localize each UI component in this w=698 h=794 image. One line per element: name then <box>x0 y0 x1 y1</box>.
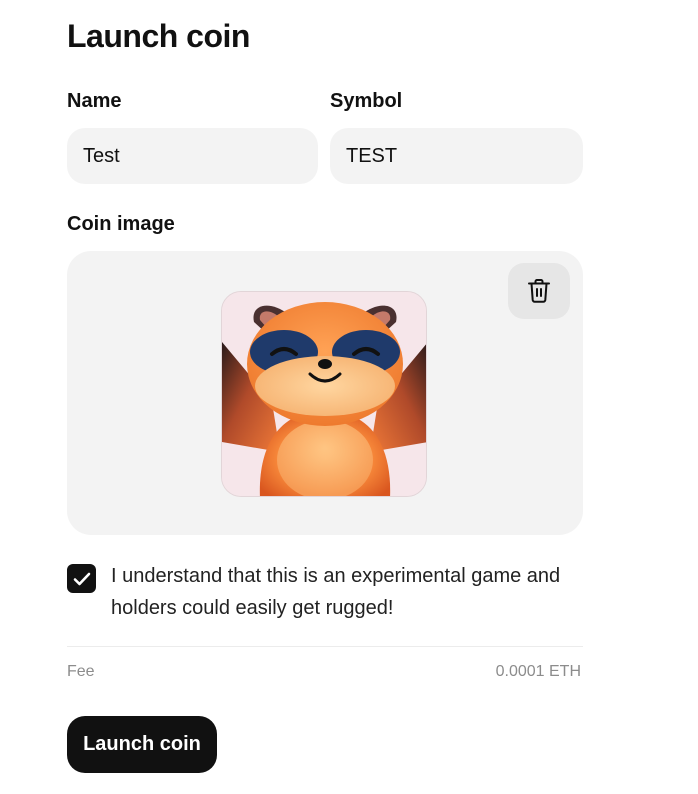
symbol-input[interactable] <box>330 128 583 184</box>
raccoon-mascot-image <box>222 292 426 496</box>
coin-image-label: Coin image <box>67 213 175 235</box>
coin-image-panel <box>67 251 583 535</box>
symbol-label: Symbol <box>330 90 403 112</box>
consent-checkbox[interactable] <box>67 564 96 593</box>
coin-image-preview <box>221 291 427 497</box>
name-input[interactable] <box>67 128 318 184</box>
consent-text: I understand that this is an experimenta… <box>111 565 561 619</box>
launch-coin-button[interactable]: Launch coin <box>67 716 217 773</box>
page-title: Launch coin <box>67 18 250 54</box>
fee-label: Fee <box>67 663 95 680</box>
fee-value: 0.0001 ETH <box>495 663 581 680</box>
divider <box>67 646 583 647</box>
trash-icon <box>528 279 550 303</box>
name-label: Name <box>67 90 122 112</box>
checkmark-icon <box>73 572 90 585</box>
delete-image-button[interactable] <box>508 263 570 319</box>
